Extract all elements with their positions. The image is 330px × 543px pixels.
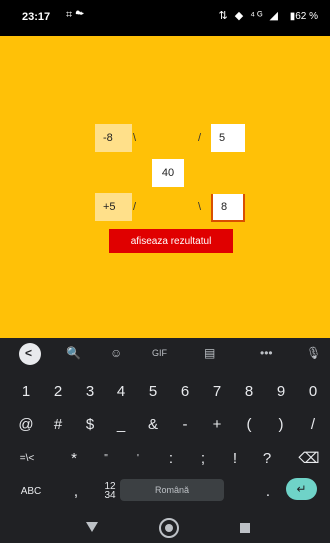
symbol-row-2: =\< * " ' : ; ! ? ⌫ [0,444,330,472]
key-5[interactable]: 5 [143,377,163,405]
top-left-value: -8 [103,132,113,144]
key-open-paren[interactable]: ( [239,410,259,438]
numpad-key[interactable]: 12 34 [98,477,122,505]
microphone-icon[interactable]: 🎙 [306,346,321,360]
app-area: -8 \ / 5 40 +5 / \ 8 afiseaza rezultatul [0,36,330,338]
key-8[interactable]: 8 [239,377,259,405]
key-7[interactable]: 7 [207,377,227,405]
top-left-input[interactable]: -8 [95,124,132,152]
key-asterisk[interactable]: * [64,444,84,472]
nav-recents-icon[interactable] [240,523,250,533]
notification-icons: ⌗ ☁ [66,9,85,21]
abc-key[interactable]: ABC [14,477,48,505]
key-double-quote[interactable]: " [96,444,116,472]
keyboard-back-button[interactable]: < [19,343,41,365]
search-icon[interactable]: 🔍 [66,346,81,360]
status-time: 23:17 [22,11,51,23]
key-ampersand[interactable]: & [143,410,163,438]
bottom-key-row: ABC , 12 34 Română . ↵ [0,477,330,505]
key-1[interactable]: 1 [16,377,36,405]
key-0[interactable]: 0 [303,377,323,405]
key-2[interactable]: 2 [48,377,68,405]
slash-top-right: / [198,132,202,144]
status-bar: 23:17 ⌗ ☁ ⇅ ◆ ⁴ᴳ ◢ ▮62 % [0,0,330,36]
nav-home-icon[interactable] [159,518,179,538]
keyboard-toolbar: < 🔍 ☺ GIF ▤ ••• 🎙 [0,338,330,370]
key-question[interactable]: ? [257,444,277,472]
gif-button[interactable]: GIF [152,348,167,358]
key-semicolon[interactable]: ; [193,444,213,472]
keyboard: < 🔍 ☺ GIF ▤ ••• 🎙 1 2 3 4 5 6 7 8 9 0 @ … [0,338,330,513]
symbol-row-1: @ # $ _ & - + ( ) / [0,410,330,438]
key-single-quote[interactable]: ' [128,444,148,472]
top-right-value: 5 [219,132,226,144]
key-minus[interactable]: - [175,410,195,438]
enter-icon: ↵ [296,482,307,496]
slash-top-left: \ [133,132,137,144]
space-bar[interactable]: Română [120,479,224,501]
key-comma[interactable]: , [66,477,86,505]
key-3[interactable]: 3 [80,377,100,405]
signal-icons: ⇅ ◆ ⁴ᴳ ◢ [218,10,280,22]
bottom-right-input[interactable]: 8 [211,194,245,222]
nav-back-icon[interactable] [86,522,98,532]
more-icon[interactable]: ••• [260,346,273,360]
sticker-icon[interactable]: ☺ [110,346,122,360]
show-result-button[interactable]: afiseaza rezultatul [109,229,233,253]
backspace-icon[interactable]: ⌫ [297,444,321,472]
key-6[interactable]: 6 [175,377,195,405]
key-close-paren[interactable]: ) [271,410,291,438]
center-value: 40 [161,167,175,179]
slash-bottom-right: \ [198,201,202,213]
bottom-left-value: +5 [103,201,116,213]
key-hash[interactable]: # [48,410,68,438]
bottom-right-value: 8 [221,201,228,213]
center-value-box: 40 [152,159,184,187]
key-underscore[interactable]: _ [111,410,131,438]
key-more-symbols[interactable]: =\< [12,444,42,472]
slash-bottom-left: / [133,201,137,213]
key-9[interactable]: 9 [271,377,291,405]
bottom-left-input[interactable]: +5 [95,193,132,221]
key-4[interactable]: 4 [111,377,131,405]
key-exclamation[interactable]: ! [225,444,245,472]
key-at[interactable]: @ [16,410,36,438]
clipboard-icon[interactable]: ▤ [204,346,215,360]
top-right-input[interactable]: 5 [211,124,245,152]
key-plus[interactable]: + [207,410,227,438]
navigation-bar [0,513,330,543]
enter-key[interactable]: ↵ [286,478,317,500]
key-period[interactable]: . [258,477,278,505]
key-dollar[interactable]: $ [80,410,100,438]
key-colon[interactable]: : [161,444,181,472]
number-row: 1 2 3 4 5 6 7 8 9 0 [0,377,330,405]
chevron-left-icon: < [25,346,33,360]
battery-icon: ▮62 % [289,11,318,22]
key-slash[interactable]: / [303,410,323,438]
